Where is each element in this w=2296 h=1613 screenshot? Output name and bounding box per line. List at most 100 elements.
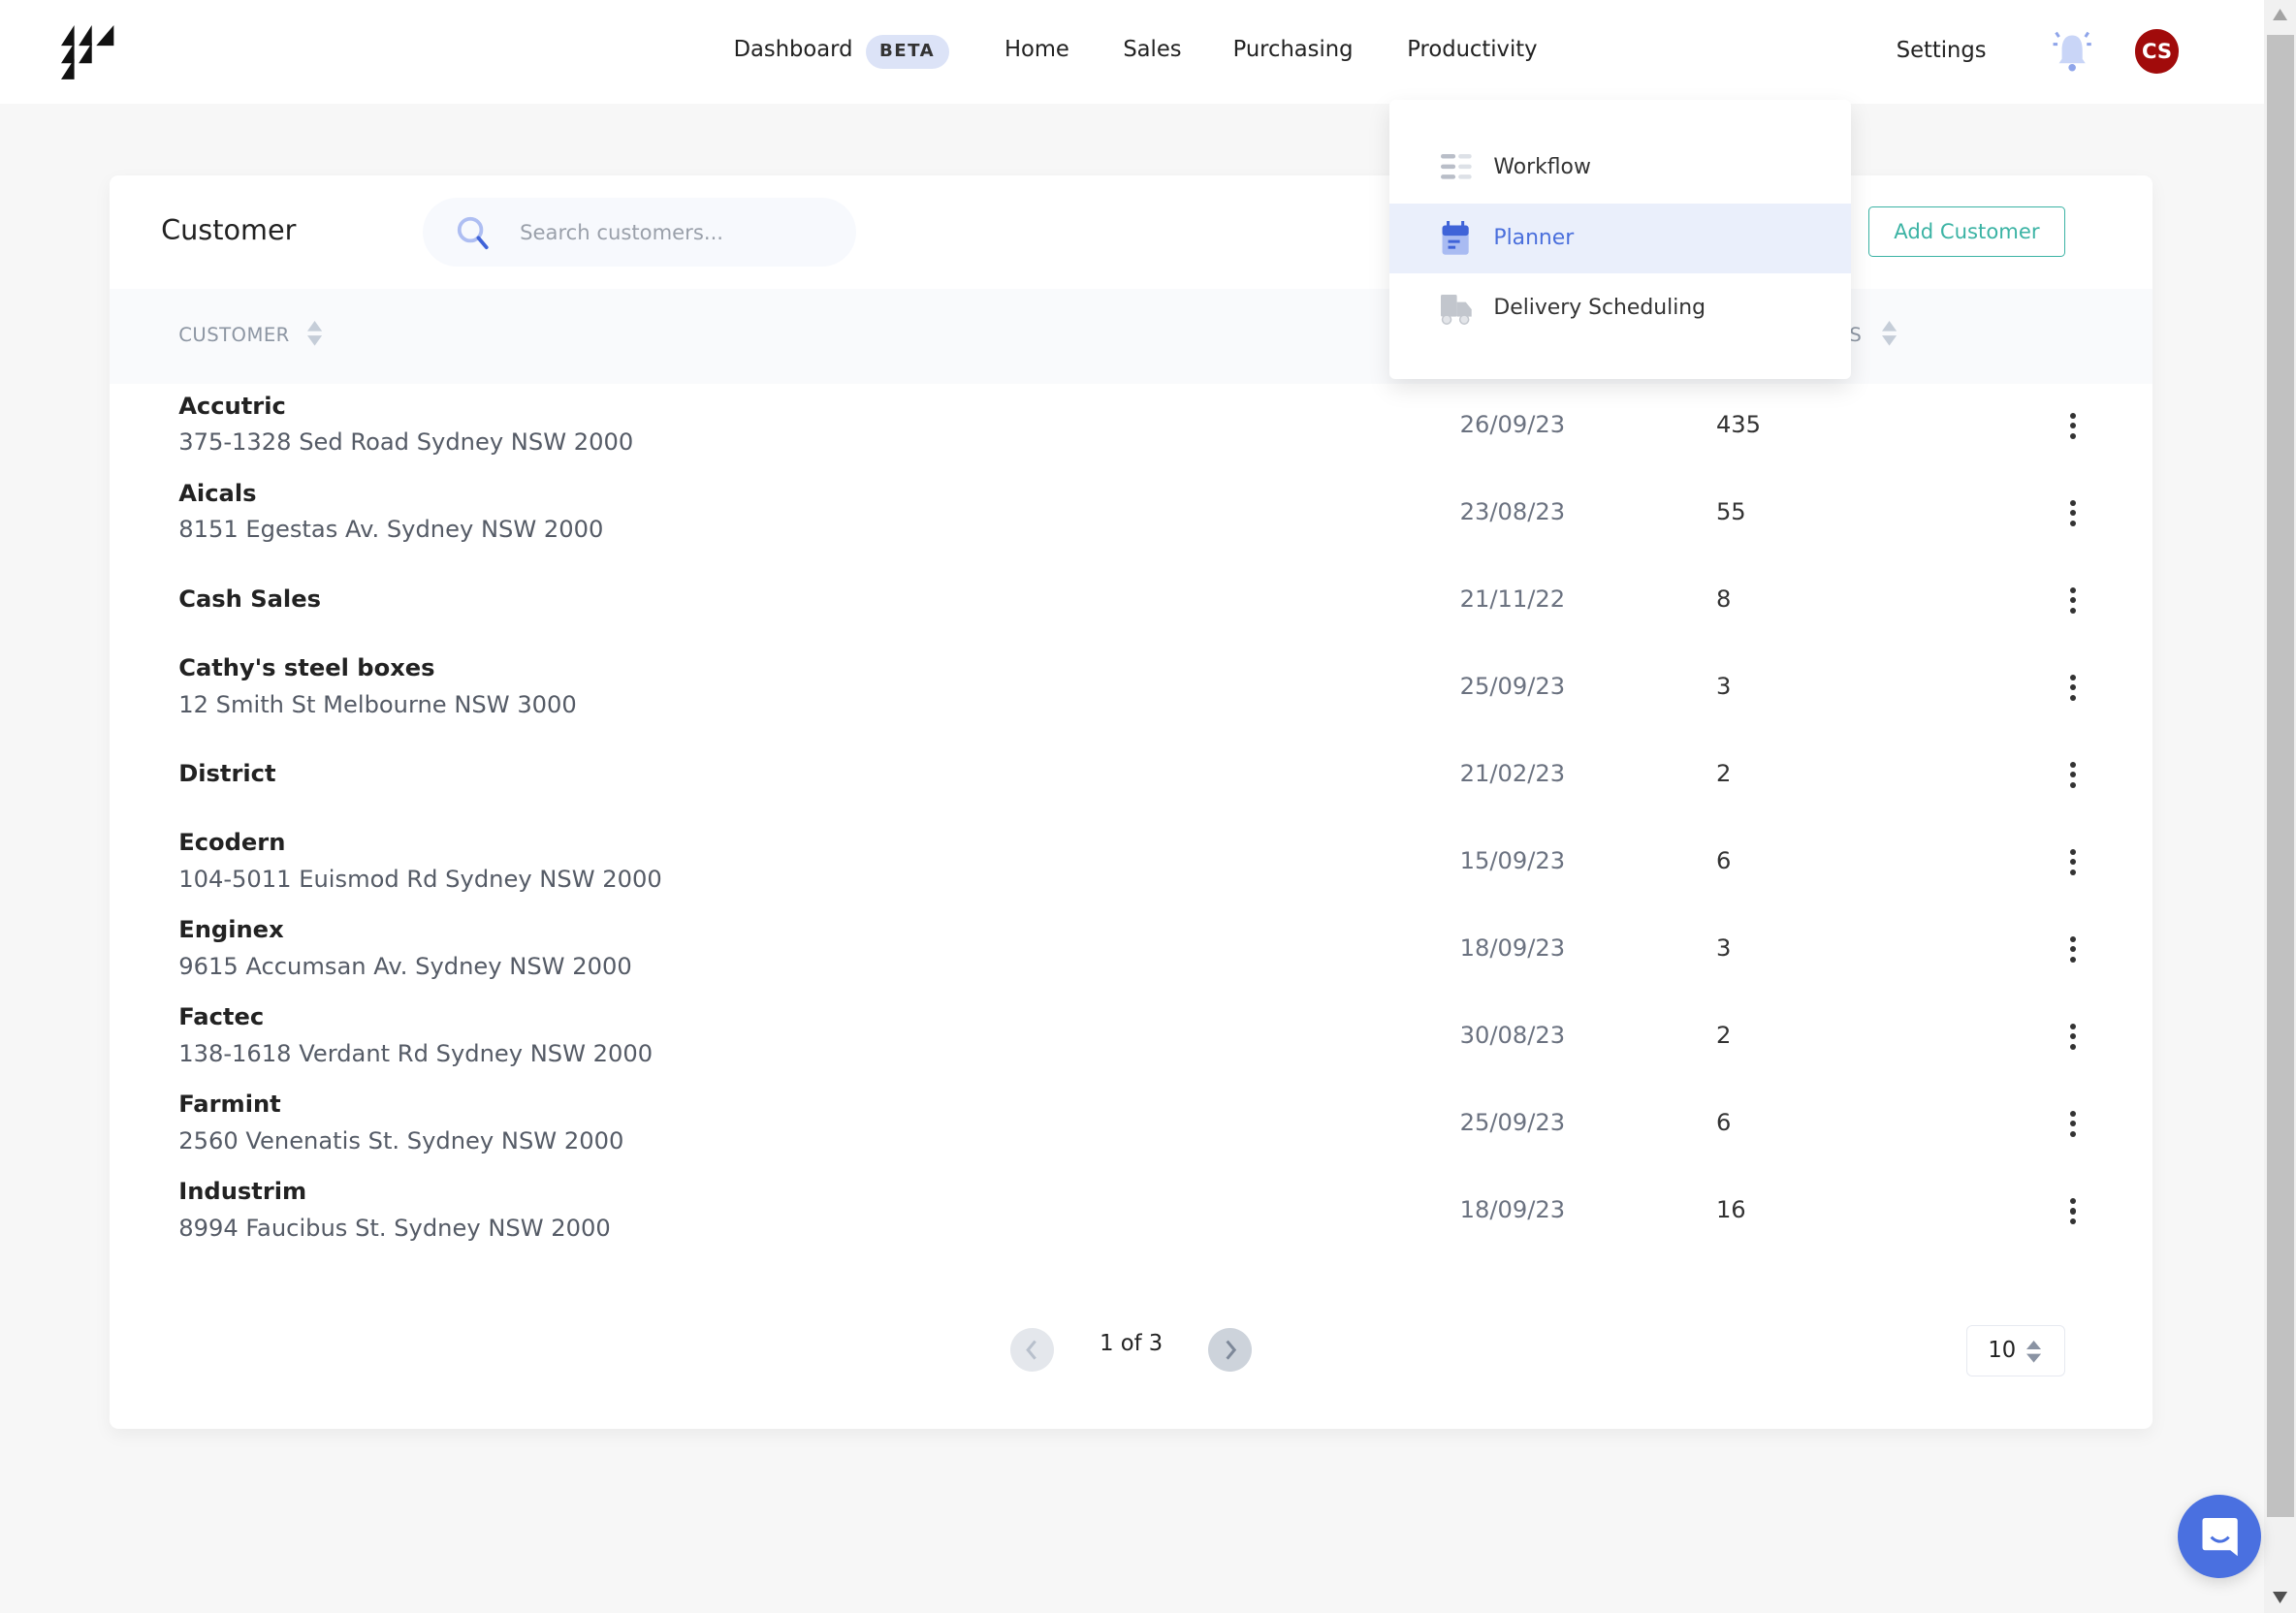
scroll-up-icon[interactable]: [2272, 9, 2287, 21]
more-options-icon[interactable]: [2066, 1108, 2081, 1143]
customer-name[interactable]: Farmint: [178, 1091, 281, 1118]
customer-count: 3: [1715, 934, 1732, 963]
customer-date: 25/09/23: [1459, 1109, 1566, 1137]
nav-sales[interactable]: Sales: [1123, 37, 1181, 62]
header-partial[interactable]: S: [1849, 324, 1862, 346]
table-row[interactable]: Aicals 8151 Egestas Av. Sydney NSW 2000 23…: [110, 471, 2152, 559]
avatar[interactable]: CS: [2134, 29, 2180, 74]
customer-date: 21/02/23: [1459, 760, 1566, 788]
customer-name[interactable]: Enginex: [178, 916, 283, 943]
more-options-icon[interactable]: [2066, 933, 2081, 968]
customer-date: 25/09/23: [1459, 673, 1566, 701]
page-indicator: 1 of 3: [1100, 1330, 1164, 1356]
menu-item-workflow[interactable]: Workflow: [1389, 133, 1851, 203]
customer-name[interactable]: Accutric: [178, 393, 286, 420]
menu-label: Workflow: [1493, 155, 1591, 180]
more-options-icon[interactable]: [2066, 410, 2081, 445]
chat-launcher-button[interactable]: [2177, 1494, 2261, 1578]
table-row[interactable]: Ecodern 104-5011 Euismod Rd Sydney NSW 20…: [110, 820, 2152, 908]
customer-name[interactable]: Ecodern: [178, 829, 285, 856]
table-row[interactable]: Farmint 2560 Venenatis St. Sydney NSW 200…: [110, 1082, 2152, 1170]
customer-count: 16: [1715, 1196, 1746, 1224]
customer-count: 8: [1715, 585, 1732, 614]
table-row[interactable]: Enginex 9615 Accumsan Av. Sydney NSW 2000…: [110, 907, 2152, 996]
customer-address: 12 Smith St Melbourne NSW 3000: [178, 690, 577, 718]
more-options-icon[interactable]: [2066, 846, 2081, 881]
scrollbar[interactable]: [2263, 0, 2296, 1613]
more-options-icon[interactable]: [2066, 1021, 2081, 1056]
nav-settings[interactable]: Settings: [1897, 38, 1987, 63]
top-nav: Dashboard BETA Home Sales Purchasing Pro…: [0, 0, 2264, 105]
per-page-select[interactable]: 10: [1966, 1324, 2065, 1377]
customer-count: 6: [1715, 847, 1732, 875]
table-row[interactable]: Cash Sales 21/11/22 8: [110, 558, 2152, 647]
table-row[interactable]: District 21/02/23 2: [110, 733, 2152, 821]
bell-icon[interactable]: [2049, 28, 2095, 75]
more-options-icon[interactable]: [2066, 759, 2081, 794]
customer-name[interactable]: Factec: [178, 1003, 264, 1030]
beta-badge: BETA: [865, 35, 949, 69]
nav-home[interactable]: Home: [1004, 37, 1069, 62]
customer-name[interactable]: District: [178, 760, 275, 787]
prev-page-button[interactable]: [1010, 1327, 1055, 1373]
sort-icon: [2025, 1340, 2041, 1363]
customer-count: 55: [1715, 498, 1746, 526]
customer-address: 8151 Egestas Av. Sydney NSW 2000: [178, 516, 604, 544]
search-icon: [457, 216, 489, 250]
customer-name[interactable]: Aicals: [178, 480, 256, 507]
menu-item-delivery-scheduling[interactable]: Delivery Scheduling: [1389, 273, 1851, 343]
list-icon: [1441, 153, 1472, 179]
customer-name[interactable]: Cathy's steel boxes: [178, 654, 434, 681]
table-row[interactable]: Factec 138-1618 Verdant Rd Sydney NSW 200…: [110, 995, 2152, 1083]
customer-name[interactable]: Industrim: [178, 1178, 306, 1205]
chevron-left-icon: [1026, 1340, 1036, 1360]
customer-address: 2560 Venenatis St. Sydney NSW 2000: [178, 1126, 624, 1154]
sort-icon[interactable]: [1881, 320, 1897, 347]
page-title: Customer: [161, 213, 297, 247]
customer-date: 26/09/23: [1459, 411, 1566, 439]
more-options-icon[interactable]: [2066, 585, 2081, 619]
chevron-right-icon: [1226, 1340, 1237, 1360]
chat-icon: [2202, 1518, 2238, 1557]
nav-productivity[interactable]: Productivity: [1407, 37, 1537, 62]
logo-icon[interactable]: [61, 24, 116, 79]
scroll-down-icon[interactable]: [2272, 1591, 2287, 1603]
table-row[interactable]: Industrim 8994 Faucibus St. Sydney NSW 20…: [110, 1169, 2152, 1257]
search-input[interactable]: Search customers...: [423, 197, 857, 267]
customer-address: 138-1618 Verdant Rd Sydney NSW 2000: [178, 1039, 654, 1067]
nav-purchasing[interactable]: Purchasing: [1233, 37, 1354, 62]
customer-date: 21/11/22: [1459, 585, 1566, 614]
more-options-icon[interactable]: [2066, 672, 2081, 707]
customer-date: 18/09/23: [1459, 934, 1566, 963]
customer-date: 15/09/23: [1459, 847, 1566, 875]
customer-address: 9615 Accumsan Av. Sydney NSW 2000: [178, 952, 632, 980]
customer-count: 2: [1715, 1022, 1732, 1050]
customer-count: 6: [1715, 1109, 1732, 1137]
customer-address: 8994 Faucibus St. Sydney NSW 2000: [178, 1214, 611, 1242]
add-customer-button[interactable]: Add Customer: [1868, 206, 2065, 257]
menu-item-planner[interactable]: Planner: [1389, 203, 1851, 274]
customer-address: 104-5011 Euismod Rd Sydney NSW 2000: [178, 865, 662, 893]
header-customer[interactable]: CUSTOMER: [178, 324, 290, 346]
menu-label: Planner: [1493, 225, 1575, 250]
search-placeholder: Search customers...: [520, 219, 724, 244]
more-options-icon[interactable]: [2066, 497, 2081, 532]
customer-count: 435: [1715, 411, 1762, 439]
customer-date: 30/08/23: [1459, 1022, 1566, 1050]
more-options-icon[interactable]: [2066, 1195, 2081, 1230]
scrollbar-thumb[interactable]: [2266, 35, 2295, 1517]
customer-count: 3: [1715, 673, 1732, 701]
table-row[interactable]: Cathy's steel boxes 12 Smith St Melbourne…: [110, 646, 2152, 734]
menu-label: Delivery Scheduling: [1493, 296, 1706, 321]
nav-dashboard[interactable]: Dashboard: [734, 37, 853, 62]
table-row[interactable]: Accutric 375-1328 Sed Road Sydney NSW 200…: [110, 384, 2152, 472]
sort-icon[interactable]: [307, 320, 323, 347]
customer-count: 2: [1715, 760, 1732, 788]
calendar-icon: [1442, 221, 1469, 255]
next-page-button[interactable]: [1207, 1327, 1253, 1373]
productivity-dropdown: Workflow Planner Delivery Scheduling: [1389, 99, 1851, 380]
truck-icon: [1441, 294, 1472, 325]
per-page-value: 10: [1988, 1337, 2017, 1363]
customer-name[interactable]: Cash Sales: [178, 585, 321, 613]
customer-address: 375-1328 Sed Road Sydney NSW 2000: [178, 428, 634, 457]
